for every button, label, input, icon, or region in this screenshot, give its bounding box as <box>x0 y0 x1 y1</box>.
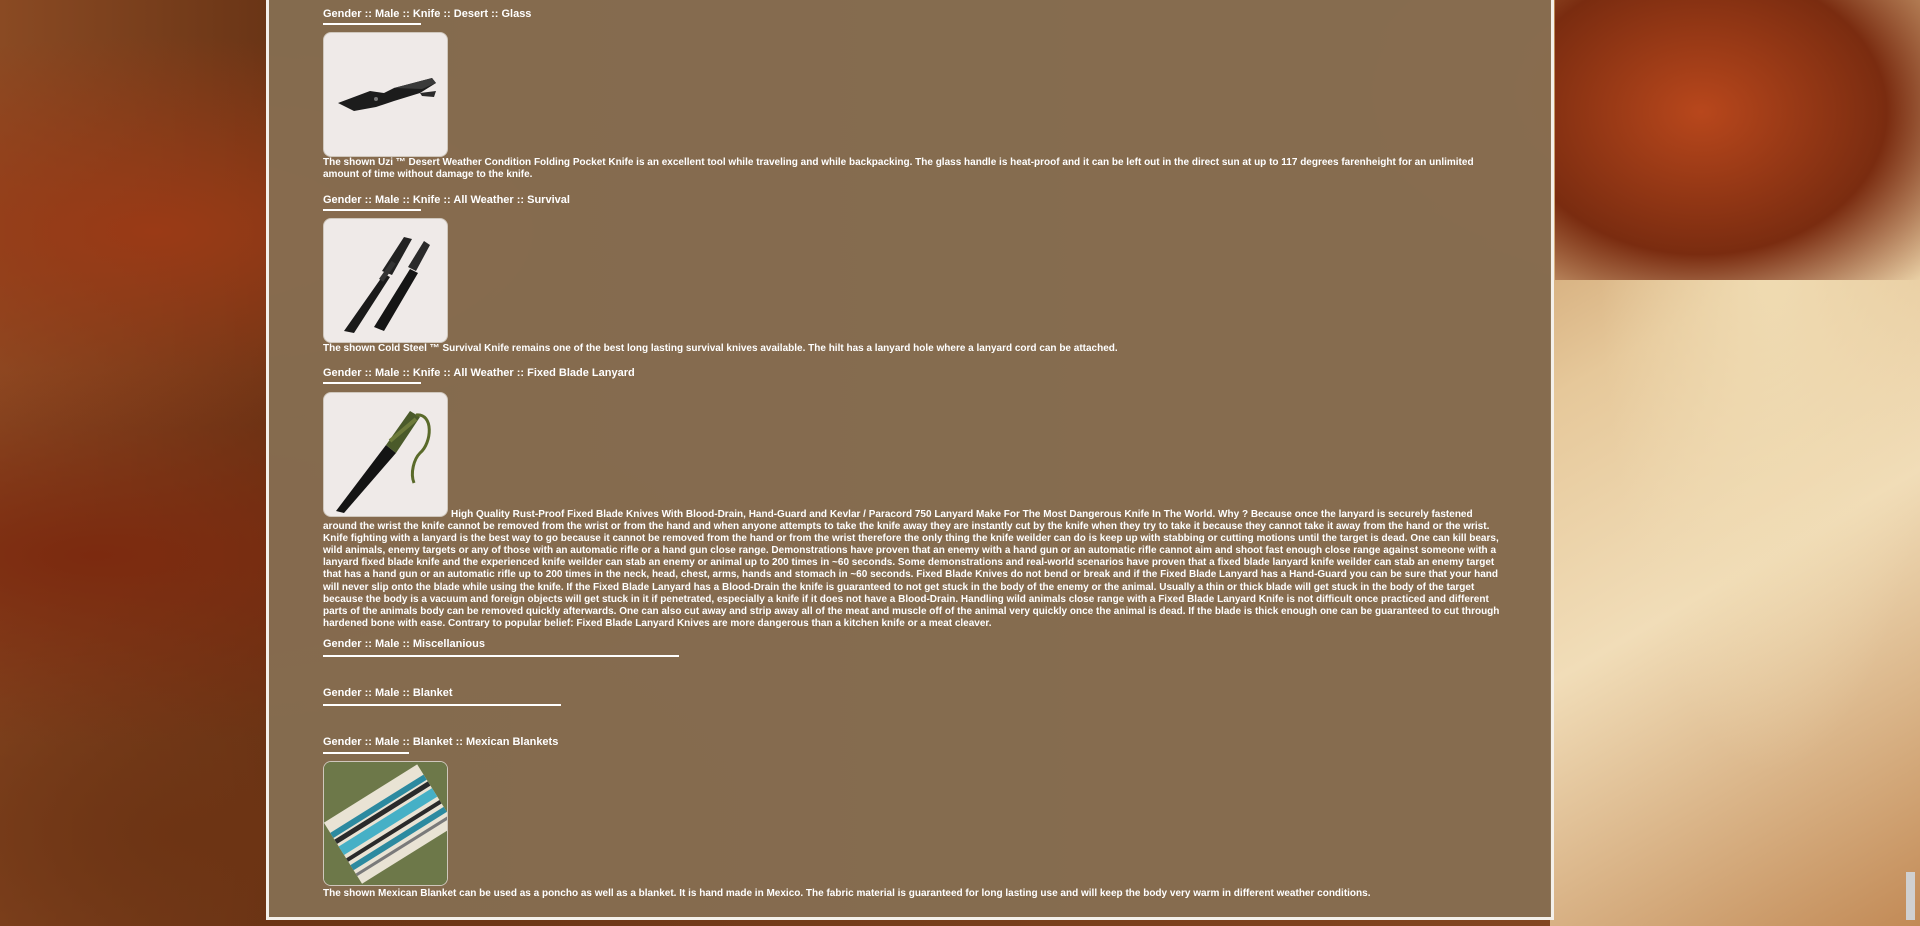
heading-underline <box>323 704 561 706</box>
background-map-corner <box>1555 0 1920 280</box>
product-description: The shown Cold Steel ™ Survival Knife re… <box>323 343 1118 354</box>
heading-underline <box>323 655 679 657</box>
category-heading-miscellanious[interactable]: Gender :: Male :: Miscellanious <box>323 638 485 650</box>
heading-underline <box>323 752 409 754</box>
product-description: The shown Mexican Blanket can be used as… <box>323 888 1371 899</box>
product-description: The shown Uzi ™ Desert Weather Condition… <box>323 157 1474 180</box>
category-heading-mexican-blankets[interactable]: Gender :: Male :: Blanket :: Mexican Bla… <box>323 736 558 748</box>
heading-underline <box>323 382 421 384</box>
category-heading-survival[interactable]: Gender :: Male :: Knife :: All Weather :… <box>323 194 570 206</box>
category-heading-blanket[interactable]: Gender :: Male :: Blanket <box>323 687 453 699</box>
heading-underline <box>323 209 421 211</box>
mexican-blanket-image[interactable] <box>323 761 448 886</box>
product-description: High Quality Rust-Proof Fixed Blade Kniv… <box>323 509 1500 629</box>
scrollbar-thumb[interactable] <box>1906 872 1915 920</box>
fixed-blade-lanyard-knife-image[interactable] <box>323 392 448 517</box>
heading-underline <box>323 23 421 25</box>
folding-pocket-knife-image[interactable] <box>323 32 448 157</box>
content-panel: Gender :: Male :: Knife :: Desert :: Gla… <box>266 0 1554 920</box>
category-heading-fixed-blade-lanyard[interactable]: Gender :: Male :: Knife :: All Weather :… <box>323 367 635 379</box>
category-heading-desert-glass[interactable]: Gender :: Male :: Knife :: Desert :: Gla… <box>323 8 531 20</box>
survival-knife-image[interactable] <box>323 218 448 343</box>
